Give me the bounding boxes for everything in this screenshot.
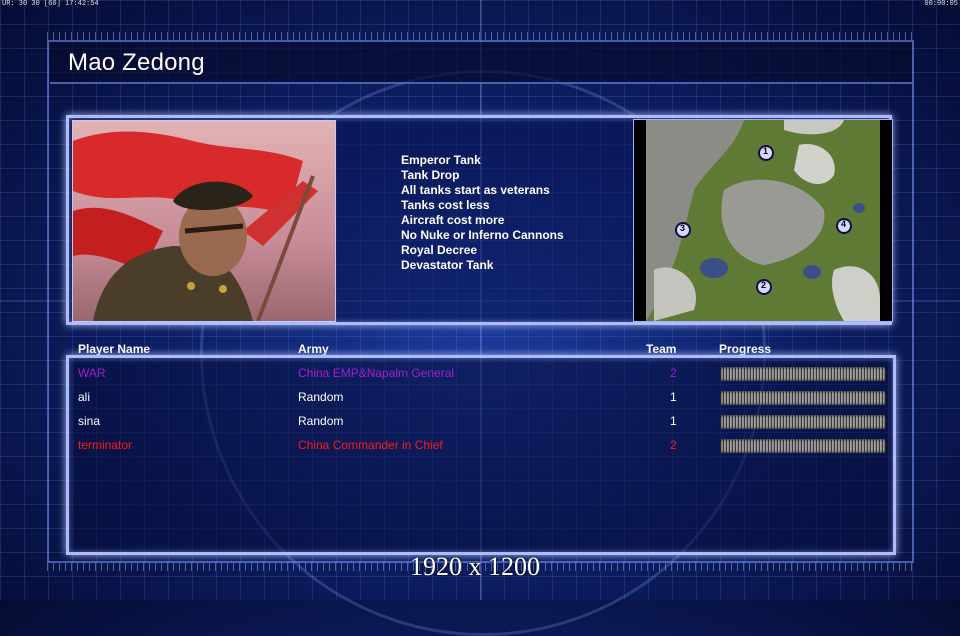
feature-item: All tanks start as veterans <box>401 183 550 197</box>
player-army: China EMP&Napalm General <box>298 366 455 380</box>
feature-item: Royal Decree <box>401 243 478 257</box>
start-label-2: 2 <box>761 280 767 290</box>
loading-progress-bar <box>720 367 886 381</box>
portrait-image <box>73 121 335 321</box>
player-army: Random <box>298 414 344 428</box>
hud-top-left: UR: 30 30 [60] 17:42:54 <box>2 0 99 8</box>
column-header-player-name: Player Name <box>78 342 151 356</box>
player-row: sina Random 1 <box>0 414 960 432</box>
feature-item: Tank Drop <box>401 168 460 182</box>
player-row: terminator China Commander in Chief 2 <box>0 438 960 456</box>
player-row: ali Random 1 <box>0 390 960 408</box>
player-name: terminator <box>78 438 133 452</box>
frame-ruler-top <box>47 32 914 40</box>
loading-progress-bar <box>720 391 886 405</box>
debug-hud: UR: 30 30 [60] 17:42:54 00:00:05 <box>0 0 960 9</box>
feature-item: Aircraft cost more <box>401 213 505 227</box>
column-header-team: Team <box>646 342 677 356</box>
feature-item: No Nuke or Inferno Cannons <box>401 228 564 242</box>
player-name: ali <box>78 390 91 404</box>
player-team: 2 <box>670 438 677 452</box>
start-label-1: 1 <box>763 146 769 156</box>
player-team: 1 <box>670 414 677 428</box>
loading-progress-bar <box>720 439 886 453</box>
hud-top-right: 00:00:05 <box>924 0 958 8</box>
map-preview: 1 2 3 4 <box>633 119 893 322</box>
player-team: 1 <box>670 390 677 404</box>
feature-item: Emperor Tank <box>401 153 481 167</box>
general-portrait <box>72 120 336 322</box>
player-team: 2 <box>670 366 677 380</box>
player-army: Random <box>298 390 344 404</box>
start-label-4: 4 <box>841 219 847 229</box>
start-label-3: 3 <box>680 223 686 233</box>
player-name: sina <box>78 414 101 428</box>
column-header-progress: Progress <box>719 342 772 356</box>
general-title: Mao Zedong <box>68 49 205 76</box>
player-army: China Commander in Chief <box>298 438 443 452</box>
column-header-army: Army <box>298 342 329 356</box>
feature-item: Devastator Tank <box>401 258 494 272</box>
loading-progress-bar <box>720 415 886 429</box>
player-row: WAR China EMP&Napalm General 2 <box>0 366 960 384</box>
feature-item: Tanks cost less <box>401 198 490 212</box>
resolution-overlay: 1920 x 1200 <box>410 552 540 581</box>
player-name: WAR <box>78 366 106 380</box>
general-features-list: Emperor Tank Tank Drop All tanks start a… <box>401 153 564 273</box>
